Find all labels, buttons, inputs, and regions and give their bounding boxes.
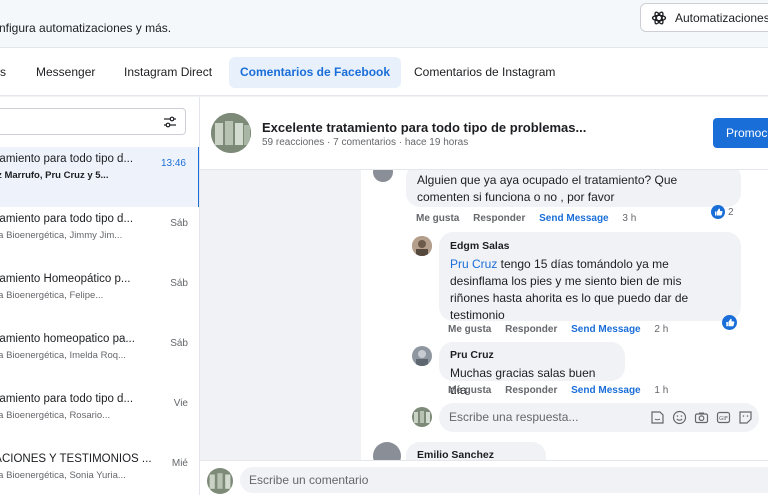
avatar (373, 170, 393, 182)
conversation-participants: cina Bioenergética, Rosario... (0, 410, 111, 421)
send-message-button[interactable]: Send Message (539, 213, 608, 224)
tab-messenger[interactable]: Messenger (25, 57, 106, 88)
emoji-icon[interactable] (672, 410, 687, 425)
tab-instagram-direct[interactable]: Instagram Direct (113, 57, 223, 88)
like-button[interactable]: Me gusta (448, 324, 491, 335)
comment-text: riñones hasta ahorita es lo que puedo da… (450, 291, 689, 305)
comment-time: 1 h (654, 385, 669, 396)
comment-time: 2 h (654, 324, 669, 335)
conversation-title: DACIONES Y TESTIMONIOS ... (0, 453, 152, 465)
conversation-title: ratamiento para todo tipo d... (0, 393, 134, 405)
like-button[interactable]: Me gusta (416, 213, 459, 224)
comment-bubble: Edgm Salas Pru Cruz tengo 15 días tománd… (439, 232, 741, 322)
reply-tools: GIF (650, 410, 753, 425)
comment-bubble: Emilio Sanchez Marrufo (406, 442, 546, 460)
sticker-icon[interactable] (650, 410, 665, 425)
send-message-button[interactable]: Send Message (571, 385, 640, 396)
like-reaction-icon (711, 205, 725, 219)
reaction-number: 2 (728, 206, 734, 218)
conversation-participants: cina Bioenergética, Imelda Roq... (0, 350, 126, 361)
post-header: Excelente tratamiento para todo tipo de … (200, 97, 768, 170)
like-badge-icon (722, 315, 737, 335)
channel-tabs: s Messenger Instagram Direct Comentarios… (0, 48, 768, 96)
avatar (412, 346, 432, 366)
conversation-title: ratamiento homeopatico pa... (0, 333, 135, 345)
tab-partial[interactable]: s (0, 57, 17, 88)
page-avatar (412, 407, 432, 427)
search-input[interactable] (0, 108, 186, 135)
page-subtitle: nfigura automatizaciones y más. (0, 21, 172, 35)
conversation-time: Mié (171, 458, 188, 469)
page-avatar (207, 468, 233, 494)
like-button[interactable]: Me gusta (448, 385, 491, 396)
post-title: Excelente tratamiento para todo tipo de … (262, 120, 587, 135)
conversation-time: 13:46 (160, 158, 186, 169)
avatar (373, 442, 401, 460)
promote-button[interactable]: Promoc (713, 118, 768, 148)
comment-actions: Me gusta Responder Send Message 3 h (416, 213, 647, 224)
comment-bubble: Alguien que ya aya ocupado el tratamient… (406, 170, 741, 207)
top-bar: nfigura automatizaciones y más. Automati… (0, 0, 768, 48)
comment-bubble: Pru Cruz Muchas gracias salas buen día (439, 342, 625, 397)
conversation-title: ratamiento para todo tipo d... (0, 153, 134, 165)
comment-text: tengo 15 días tomándolo ya me (497, 257, 669, 271)
conversation-list: ratamiento para todo tipo d... hez Marru… (0, 97, 200, 495)
conversation-item[interactable]: ratamiento para todo tipo d... cina Bioe… (0, 387, 199, 447)
reaction-count: 2 (711, 205, 734, 219)
gif-icon[interactable]: GIF (716, 410, 731, 425)
mention-link[interactable]: Pru Cruz (450, 257, 497, 271)
reply-button[interactable]: Responder (505, 385, 557, 396)
comment-text: Alguien que ya aya ocupado el tratamient… (417, 173, 678, 187)
tab-instagram-comments[interactable]: Comentarios de Instagram (403, 57, 566, 88)
conversation-title: ratamiento Homeopático p... (0, 273, 131, 285)
conversation-item[interactable]: ratamiento para todo tipo d... hez Marru… (0, 147, 199, 207)
conversation-item[interactable]: ratamiento Homeopático p... cina Bioener… (0, 267, 199, 327)
conversation-participants: cina Bioenergética, Felipe... (0, 290, 104, 301)
comment-text: testimonio (450, 308, 505, 322)
automation-icon (651, 11, 667, 24)
reply-button[interactable]: Responder (473, 213, 525, 224)
filter-icon[interactable] (163, 115, 177, 129)
sticker-smile-icon[interactable] (738, 410, 753, 425)
conversation-participants: cina Bioenergética, Jimmy Jim... (0, 230, 123, 241)
svg-text:GIF: GIF (719, 416, 728, 422)
commenter-name[interactable]: Pru Cruz (450, 347, 614, 364)
conversation-participants: cina Bioenergética, Sonia Yuria... (0, 470, 126, 481)
camera-icon[interactable] (694, 410, 709, 425)
reply-button[interactable]: Responder (505, 324, 557, 335)
commenter-name[interactable]: Edgm Salas (450, 238, 730, 255)
conversation-time: Sáb (170, 218, 188, 229)
conversation-item[interactable]: ratamiento para todo tipo d... cina Bioe… (0, 207, 199, 267)
comment-text: desinflama los pies y me siento bien de … (450, 274, 682, 288)
post-thumbnail (211, 113, 251, 153)
conversation-time: Sáb (170, 338, 188, 349)
automations-button-label: Automatizaciones (675, 10, 768, 25)
tab-facebook-comments[interactable]: Comentarios de Facebook (229, 57, 402, 88)
avatar (412, 236, 432, 256)
comment-thread-pane: Excelente tratamiento para todo tipo de … (200, 97, 768, 495)
reply-input[interactable]: Escribe una respuesta... GIF (439, 403, 759, 432)
conversation-item[interactable]: DACIONES Y TESTIMONIOS ... cina Bioenerg… (0, 447, 199, 495)
conversation-time: Vie (173, 398, 188, 409)
comment-composer: Escribe un comentario (200, 460, 768, 495)
conversation-item[interactable]: ratamiento homeopatico pa... cina Bioene… (0, 327, 199, 387)
comment-input[interactable]: Escribe un comentario (240, 467, 768, 493)
comment-time: 3 h (622, 213, 637, 224)
conversation-time: Sáb (170, 278, 188, 289)
comment-actions: Me gusta Responder Send Message 1 h (448, 385, 679, 396)
comments-list: Alguien que ya aya ocupado el tratamient… (361, 170, 768, 460)
send-message-button[interactable]: Send Message (571, 324, 640, 335)
conversation-title: ratamiento para todo tipo d... (0, 213, 134, 225)
automations-button[interactable]: Automatizaciones (640, 3, 768, 32)
post-meta: 59 reacciones · 7 comentarios · hace 19 … (262, 137, 469, 148)
comment-text: comenten si funciona o no , por favor (417, 190, 615, 204)
comment-actions: Me gusta Responder Send Message 2 h (448, 324, 679, 335)
commenter-name[interactable]: Emilio Sanchez Marrufo (417, 447, 535, 460)
conversation-participants: hez Marrufo, Pru Cruz y 5... (0, 170, 109, 181)
reply-placeholder: Escribe una respuesta... (449, 410, 579, 424)
